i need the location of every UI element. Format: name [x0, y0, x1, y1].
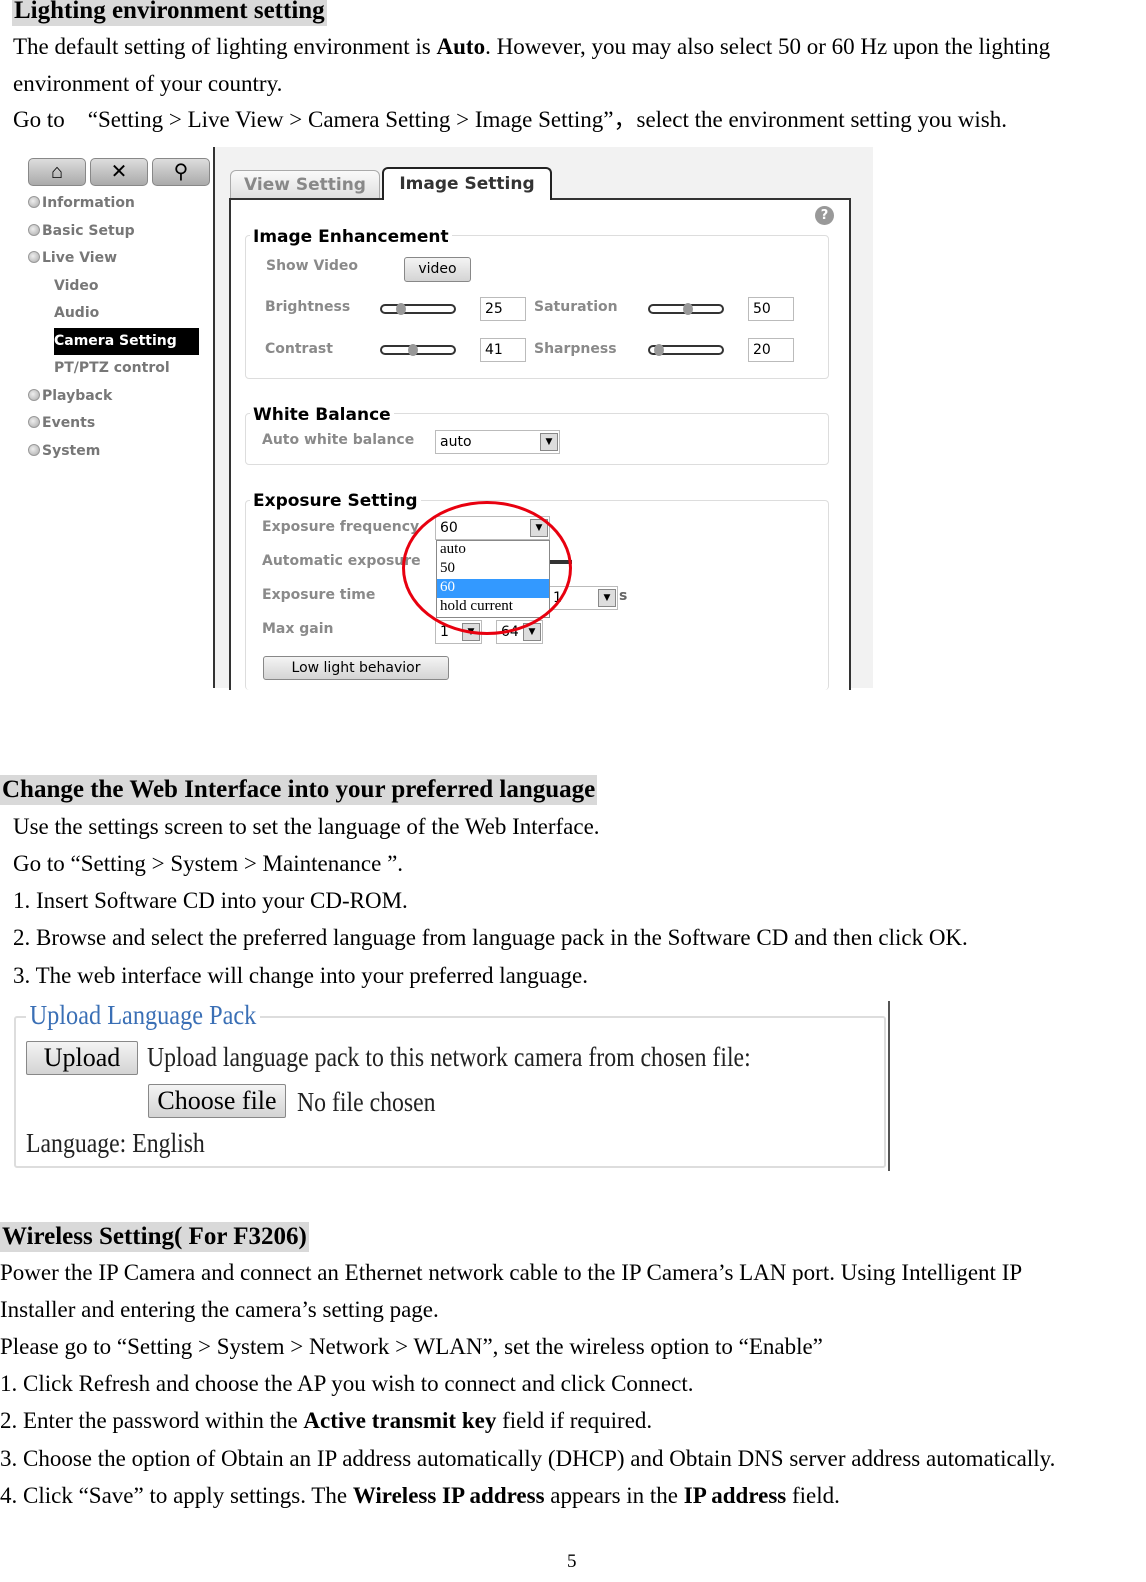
brightness-input[interactable]: 25 — [480, 297, 526, 321]
tab-view-setting[interactable]: View Setting — [230, 170, 380, 199]
label: Exposure time — [262, 587, 376, 603]
list-item: 1. Insert Software CD into your CD-ROM. — [13, 888, 408, 913]
highlight-circle — [402, 501, 572, 635]
bullet-icon — [28, 196, 40, 208]
white-balance-select[interactable]: auto ▼ — [435, 430, 560, 454]
label: Max gain — [262, 621, 334, 637]
label: Auto white balance — [262, 432, 415, 448]
nav-ptz-control[interactable]: PT/PTZ control — [54, 360, 170, 376]
paragraph: Installer and entering the camera’s sett… — [0, 1297, 439, 1322]
nav-basic-setup[interactable]: Basic Setup — [28, 223, 135, 239]
sharpness-slider[interactable] — [648, 344, 724, 356]
nav-video[interactable]: Video — [54, 278, 99, 294]
list-item: 3. The web interface will change into yo… — [13, 963, 588, 988]
search-icon[interactable]: ⚲ — [152, 158, 210, 186]
tools-icon[interactable]: ✕ — [90, 158, 148, 186]
list-item: 1. Click Refresh and choose the AP you w… — [0, 1371, 694, 1396]
file-status: No file chosen — [297, 1087, 436, 1117]
list-item: 3. Choose the option of Obtain an IP add… — [0, 1446, 1056, 1471]
bullet-icon — [28, 444, 40, 456]
tab-image-setting[interactable]: Image Setting — [382, 167, 552, 200]
unit: s — [619, 588, 628, 604]
section-heading: Lighting environment setting — [12, 0, 327, 26]
label: Saturation — [534, 299, 618, 315]
group-title: White Balance — [250, 405, 394, 425]
paragraph: Please go to “Setting > System > Network… — [0, 1334, 823, 1359]
label: Automatic exposure — [262, 553, 421, 569]
section-heading: Wireless Setting( For F3206) — [0, 1222, 309, 1252]
list-item: 2. Browse and select the preferred langu… — [13, 925, 968, 950]
contrast-slider[interactable] — [380, 344, 456, 356]
video-button[interactable]: video — [404, 257, 471, 282]
saturation-input[interactable]: 50 — [748, 297, 794, 321]
help-icon[interactable]: ? — [815, 206, 834, 225]
page-number: 5 — [567, 1551, 577, 1572]
upload-description: Upload language pack to this network cam… — [147, 1042, 751, 1072]
chevron-down-icon: ▼ — [540, 433, 558, 451]
label: Exposure frequency — [262, 519, 420, 535]
expanded-icon — [28, 251, 40, 263]
paragraph: Power the IP Camera and connect an Ether… — [0, 1260, 1023, 1285]
upload-button[interactable]: Upload — [26, 1041, 138, 1075]
chevron-down-icon: ▼ — [598, 589, 616, 607]
saturation-slider[interactable] — [648, 303, 724, 315]
choose-file-button[interactable]: Choose file — [148, 1084, 286, 1118]
current-language: Language: English — [26, 1128, 205, 1158]
bullet-icon — [28, 389, 40, 401]
paragraph: The default setting of lighting environm… — [13, 34, 1051, 59]
list-item: 4. Click “Save” to apply settings. The W… — [0, 1483, 840, 1508]
nav-audio[interactable]: Audio — [54, 305, 99, 321]
paragraph: environment of your country. — [13, 71, 283, 96]
paragraph: Go to “Setting > Live View > Camera Sett… — [13, 107, 1007, 132]
nav-playback[interactable]: Playback — [28, 388, 112, 404]
label: Show Video — [266, 258, 358, 274]
low-light-behavior-button[interactable]: Low light behavior — [263, 656, 449, 680]
sharpness-input[interactable]: 20 — [748, 338, 794, 362]
group-title: Upload Language Pack — [26, 1000, 260, 1031]
nav-system[interactable]: System — [28, 443, 100, 459]
group-title: Exposure Setting — [250, 491, 421, 511]
group-title: Image Enhancement — [250, 227, 452, 247]
home-icon[interactable]: ⌂ — [28, 158, 86, 186]
nav-events[interactable]: Events — [28, 415, 95, 431]
section-heading: Change the Web Interface into your prefe… — [0, 775, 598, 805]
label: Sharpness — [534, 341, 617, 357]
list-item: 2. Enter the password within the Active … — [0, 1408, 653, 1433]
contrast-input[interactable]: 41 — [480, 338, 526, 362]
nav-live-view[interactable]: Live View — [28, 250, 117, 266]
label: Brightness — [265, 299, 351, 315]
paragraph: Use the settings screen to set the langu… — [13, 814, 600, 839]
bullet-icon — [28, 416, 40, 428]
nav-information[interactable]: Information — [28, 195, 135, 211]
nav-camera-setting[interactable]: Camera Setting — [54, 328, 199, 355]
brightness-slider[interactable] — [380, 303, 456, 315]
bullet-icon — [28, 224, 40, 236]
label: Contrast — [265, 341, 333, 357]
paragraph: Go to “Setting > System > Maintenance ”. — [13, 851, 404, 876]
